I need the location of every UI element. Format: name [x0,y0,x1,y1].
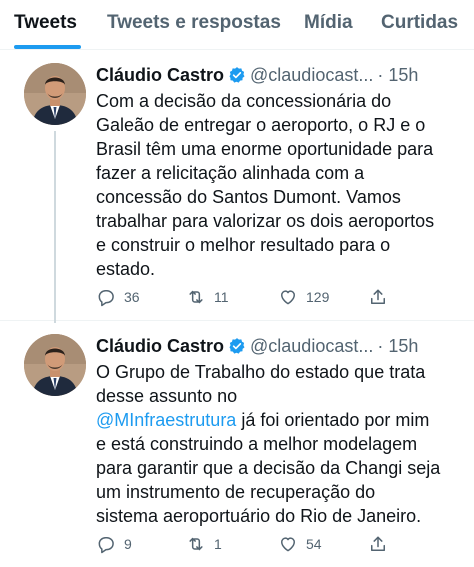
tweet-actions: 36 11 129 [96,285,396,309]
like-button[interactable]: 54 [278,532,322,556]
retweet-icon [189,537,203,551]
reply-button[interactable]: 36 [96,285,140,309]
profile-tabs: Tweets Tweets e respostas Mídia Curtidas [0,0,474,50]
tweet-text-line: fazer a relicitação alinhada com a [96,163,365,183]
heart-icon [281,290,295,305]
retweet-icon [189,290,203,304]
tweet-text-line: concessão do Santos Dumont. Vamos [96,187,401,207]
tweet-text-line: sistema aeroportuário do Rio de Janeiro. [96,506,422,526]
retweet-count: 1 [214,536,222,552]
tweet-text-line: trabalhar para valorizar os dois aeropor… [96,211,435,231]
heart-icon [281,537,295,552]
like-button[interactable]: 129 [278,285,329,309]
avatar[interactable] [24,334,86,396]
verified-badge-icon [229,338,245,354]
tweet-text-line: O Grupo de Trabalho do estado que trata [96,362,426,382]
active-tab-indicator [14,45,81,49]
share-icon [371,289,385,304]
thread-connector-line [54,131,56,323]
author-name[interactable]: Cláudio Castro [96,65,224,85]
tweet-actions: 9 1 54 [96,532,396,556]
like-count: 54 [306,536,322,552]
share-button[interactable] [368,532,388,556]
tweet-header: Cláudio Castro @claudiocast... · 15h [96,63,468,87]
tweet-text-line: Com a decisão da concessionária do [96,91,392,111]
author-handle[interactable]: @claudiocast... [250,65,373,85]
share-button[interactable] [368,285,388,309]
reply-icon [98,537,114,554]
tweet-timestamp[interactable]: · 15h [377,65,418,85]
avatar-image [24,334,86,396]
tweet-header: Cláudio Castro @claudiocast... · 15h [96,334,468,358]
tab-curtidas[interactable]: Curtidas [381,12,458,34]
author-name[interactable]: Cláudio Castro [96,336,224,356]
tweet-text-line: e construir o melhor resultado para o [96,235,391,255]
tweet-text-line: um instrumento de recuperação do [96,482,376,502]
tab-tweets[interactable]: Tweets [14,12,77,34]
tweet[interactable]: Cláudio Castro @claudiocast... · 15h Com a… [0,51,474,323]
like-count: 129 [306,289,330,305]
retweet-count: 11 [214,289,229,305]
tweet-text-line: e está construindo a melhor modelagem [96,434,418,454]
tweet-text-line: estado. [96,259,156,279]
avatar-image [24,63,86,125]
share-icon [371,536,385,551]
tab-tweets-e-respostas[interactable]: Tweets e respostas [107,12,281,34]
tweet-text: O Grupo de Trabalho do estado que trata … [96,360,466,528]
reply-count: 36 [124,289,140,305]
author-handle[interactable]: @claudiocast... [250,336,373,356]
mention-link[interactable]: @MInfraestrutura [96,410,236,430]
tweet-text-line: para garantir que a decisão da Changi se… [96,458,441,478]
verified-badge-icon [229,67,245,83]
reply-icon [98,290,114,307]
tweet[interactable]: Cláudio Castro @claudiocast... · 15h O Gru… [0,322,474,567]
reply-button[interactable]: 9 [96,532,132,556]
mention-suffix-text: já foi orientado por mim [236,410,430,430]
tweet-text-line: Galeão de entregar o aeroporto, o RJ e o [96,115,426,135]
reply-count: 9 [124,536,132,552]
tweet-text: Com a decisão da concessionária do Galeã… [96,89,466,281]
tweet-timestamp[interactable]: · 15h [377,336,418,356]
retweet-button[interactable]: 1 [186,532,222,556]
tweet-text-line: @MInfraestrutura já foi orientado por mi… [96,408,466,432]
tweet-text-line: desse assunto no [96,386,238,406]
tab-midia[interactable]: Mídia [304,12,353,34]
retweet-button[interactable]: 11 [186,285,229,309]
tweet-text-line: Brasil têm uma enorme oportunidade para [96,139,434,159]
avatar[interactable] [24,63,86,125]
